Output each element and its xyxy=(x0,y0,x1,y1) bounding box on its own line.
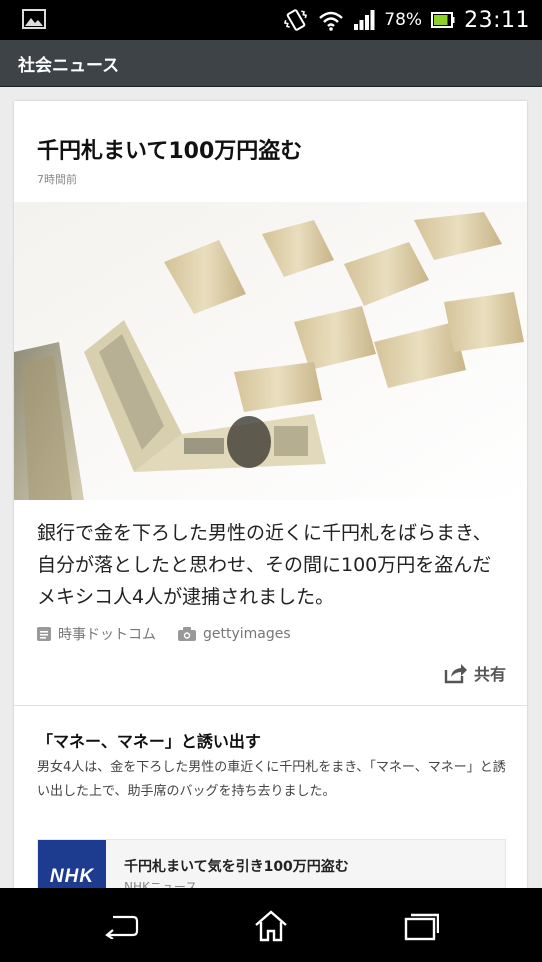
share-label: 共有 xyxy=(473,665,506,684)
app-bar: 社会ニュース xyxy=(0,40,542,87)
article-source[interactable]: 時事ドットコム xyxy=(58,624,156,644)
article-photo[interactable] xyxy=(14,202,527,500)
navigation-bar xyxy=(0,888,542,962)
source-row: 時事ドットコム gettyimages xyxy=(37,624,291,644)
related-title: 「マネー、マネー」と誘い出す xyxy=(37,732,261,751)
recent-apps-button[interactable] xyxy=(401,906,441,946)
article-headline[interactable]: 千円札まいて100万円盗む xyxy=(37,133,302,165)
article-summary: 銀行で金を下ろした男性の近くに千円札をばらまき、自分が落としたと思わせ、その間に… xyxy=(37,522,492,608)
home-button[interactable] xyxy=(251,906,291,946)
related-link-source: NHKニュース xyxy=(124,880,198,888)
news-source-icon xyxy=(37,627,51,641)
content-scroll[interactable]: 千円札まいて100万円盗む 7時間前 銀行で金を下ろした男性の近くに千円札をばら… xyxy=(0,87,542,888)
vibrate-icon xyxy=(284,9,308,31)
gallery-icon xyxy=(22,9,46,29)
svg-text:NHK: NHK xyxy=(50,866,94,885)
article-time: 7時間前 xyxy=(37,173,77,186)
nhk-logo-mark: NHK xyxy=(50,866,94,885)
camera-icon xyxy=(178,627,196,641)
divider xyxy=(14,705,527,706)
app-bar-title: 社会ニュース xyxy=(18,55,120,76)
clock: 23:11 xyxy=(464,7,530,33)
related-link-title: 千円札まいて気を引き100万円盗む xyxy=(124,859,349,875)
share-icon xyxy=(444,664,467,684)
share-button[interactable]: 共有 xyxy=(444,661,506,685)
back-button[interactable] xyxy=(101,906,141,946)
battery-icon xyxy=(431,12,455,28)
related-body: 男女4人は、金を下ろした男性の車近くに千円札をまき、「マネー、マネー」と誘い出し… xyxy=(37,760,506,799)
status-bar: 78% 23:11 xyxy=(0,0,542,40)
recent-apps-icon xyxy=(404,913,439,941)
wifi-icon xyxy=(319,11,344,31)
photo-credit: gettyimages xyxy=(203,626,291,642)
back-icon xyxy=(105,915,139,939)
related-link-card[interactable]: NHK 千円札まいて気を引き100万円盗む NHKニュース xyxy=(37,839,506,888)
battery-percent: 78% xyxy=(384,10,423,30)
nhk-logo: NHK xyxy=(38,840,106,888)
home-icon xyxy=(255,910,287,942)
article-card: 千円札まいて100万円盗む 7時間前 銀行で金を下ろした男性の近くに千円札をばら… xyxy=(14,101,527,888)
signal-icon xyxy=(354,10,375,30)
